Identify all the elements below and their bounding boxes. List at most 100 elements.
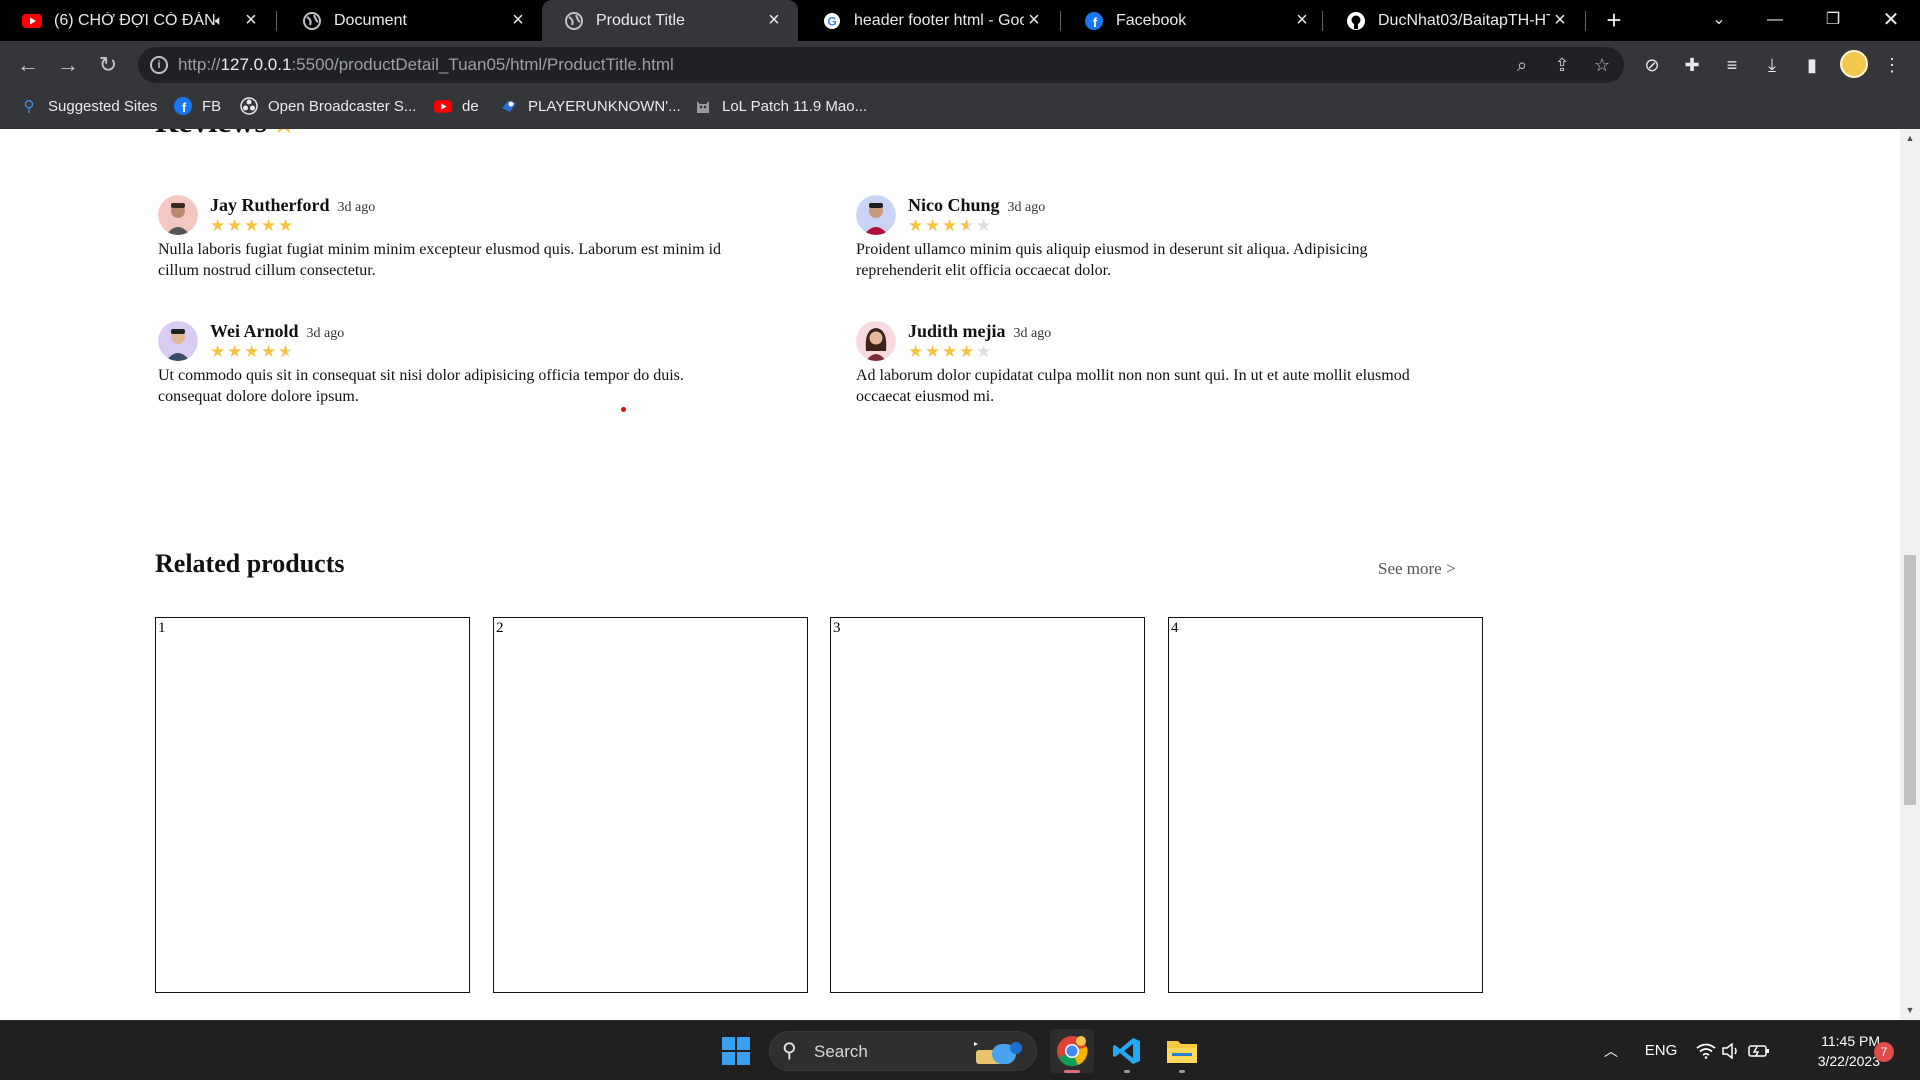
restore-icon[interactable]: ❐: [1808, 0, 1858, 41]
running-indicator: [1124, 1070, 1130, 1073]
globe-icon: [564, 11, 584, 31]
tab-search-icon[interactable]: ⌄: [1694, 0, 1744, 41]
scroll-up-icon[interactable]: ▲: [1900, 133, 1920, 143]
file-explorer-taskbar-icon[interactable]: [1160, 1029, 1204, 1073]
close-tab-icon[interactable]: ×: [1550, 9, 1570, 32]
reviewer-name-text: Nico Chung: [908, 195, 1000, 215]
side-panel-icon[interactable]: ▮: [1800, 53, 1824, 77]
close-tab-icon[interactable]: ×: [1024, 9, 1044, 32]
tab-product-title[interactable]: Product Title ×: [542, 0, 798, 41]
notification-badge[interactable]: 7: [1874, 1042, 1894, 1062]
svg-text:f: f: [1093, 15, 1098, 30]
tab-separator: [1322, 11, 1323, 31]
reviews-heading-text: Reviews: [155, 129, 267, 139]
bookmark-label: Suggested Sites: [48, 97, 158, 115]
avatar: [158, 321, 198, 361]
scroll-down-icon[interactable]: ▼: [1900, 1005, 1920, 1015]
system-clock[interactable]: 11:45 PM 3/22/2023: [1790, 1031, 1880, 1071]
vscode-taskbar-icon[interactable]: [1105, 1029, 1149, 1073]
review-time: 3d ago: [1007, 200, 1046, 215]
tab-facebook[interactable]: f Facebook ×: [1062, 0, 1326, 41]
avatar: [856, 195, 896, 235]
minimize-icon[interactable]: —: [1750, 0, 1800, 41]
product-card[interactable]: 4: [1168, 617, 1483, 993]
bookmark-de[interactable]: de: [434, 89, 479, 123]
active-indicator: [1064, 1070, 1080, 1073]
bookmark-label: PLAYERUNKNOWN'...: [528, 97, 681, 115]
product-card[interactable]: 3: [830, 617, 1145, 993]
star-full-icon: ★: [244, 342, 260, 361]
new-tab-button[interactable]: +: [1600, 7, 1628, 35]
clock-date: 3/22/2023: [1817, 1053, 1880, 1069]
show-hidden-icons-chevron-icon[interactable]: ︿: [1598, 1021, 1624, 1080]
reviewer-name: Wei Arnold 3d ago: [210, 321, 344, 342]
profile-avatar[interactable]: [1840, 50, 1868, 78]
tab-github[interactable]: DucNhat03/BaitapTH-HTCN ×: [1324, 0, 1584, 41]
forward-icon[interactable]: →: [52, 49, 84, 81]
bookmark-label: de: [462, 97, 479, 115]
volume-icon[interactable]: [1720, 1021, 1744, 1080]
battery-icon[interactable]: [1746, 1021, 1772, 1080]
review-time: 3d ago: [306, 326, 345, 341]
windows-start-icon[interactable]: [722, 1037, 750, 1065]
star-full-icon: ★: [925, 216, 941, 235]
bookmark-pubg[interactable]: PLAYERUNKNOWN'...: [500, 89, 681, 123]
avatar: [856, 321, 896, 361]
page-scrollbar[interactable]: ▲ ▼: [1900, 129, 1920, 1020]
chrome-taskbar-icon[interactable]: [1050, 1029, 1094, 1073]
address-bar[interactable]: i http://127.0.0.1:5500/productDetail_Tu…: [138, 47, 1624, 83]
star-full-icon: ★: [261, 216, 277, 235]
see-more-link[interactable]: See more >: [1378, 559, 1456, 579]
muted-speaker-icon[interactable]: 🔈︎: [215, 12, 235, 29]
close-tab-icon[interactable]: ×: [764, 9, 784, 32]
bookmark-obs[interactable]: Open Broadcaster S...: [240, 89, 416, 123]
tab-separator: [1585, 11, 1586, 31]
product-card[interactable]: 2: [493, 617, 808, 993]
wifi-icon[interactable]: [1694, 1021, 1718, 1080]
bookmark-fb[interactable]: f FB: [174, 89, 221, 123]
star-full-icon: ★: [908, 216, 924, 235]
close-tab-icon[interactable]: ×: [241, 9, 261, 32]
site-info-icon[interactable]: i: [150, 56, 168, 74]
reviewer-name: Jay Rutherford 3d ago: [210, 195, 375, 216]
rating-stars: ★ ★ ★ ★ ★: [210, 342, 295, 362]
share-icon[interactable]: ⇪: [1550, 53, 1574, 77]
tab-google[interactable]: G header footer html - Googl ×: [800, 0, 1058, 41]
review-time: 3d ago: [337, 200, 376, 215]
reload-icon[interactable]: ↻: [92, 49, 124, 81]
bookmark-suggested-sites[interactable]: ⚲ Suggested Sites: [20, 89, 158, 123]
tab-document[interactable]: Document ×: [280, 0, 542, 41]
zoom-icon[interactable]: ⌕: [1510, 53, 1534, 77]
compass-extension-icon[interactable]: ⊘: [1640, 53, 1664, 77]
bookmark-star-icon[interactable]: ☆: [1590, 53, 1614, 77]
rating-stars: ★ ★ ★ ★ ★: [908, 216, 993, 236]
close-window-icon[interactable]: ✕: [1866, 0, 1916, 41]
bookmark-lol-patch[interactable]: LoL Patch 11.9 Mao...: [694, 89, 867, 123]
tab-strip: (6) CHỜ ĐỢI CÓ ĐÁNG 🔈︎ × Document × Prod…: [0, 0, 1920, 41]
related-products-heading: Related products: [155, 549, 345, 578]
language-indicator[interactable]: ENG: [1638, 1021, 1684, 1080]
search-highlight-art: [974, 1042, 1022, 1064]
taskbar-search[interactable]: ⚲ Search: [769, 1031, 1037, 1071]
tab-title: DucNhat03/BaitapTH-HTCN: [1378, 11, 1550, 29]
star-icon: ★: [273, 129, 295, 138]
extensions-puzzle-icon[interactable]: ✚: [1680, 53, 1704, 77]
svg-text:f: f: [182, 100, 187, 115]
rating-stars: ★ ★ ★ ★ ★: [210, 217, 295, 235]
scrollbar-thumb[interactable]: [1904, 555, 1916, 805]
close-tab-icon[interactable]: ×: [1292, 9, 1312, 32]
search-icon: ⚲: [23, 98, 35, 115]
menu-kebab-icon[interactable]: ⋮: [1880, 53, 1904, 77]
close-tab-icon[interactable]: ×: [508, 9, 528, 32]
media-queue-icon[interactable]: ≡: [1720, 53, 1744, 77]
youtube-icon: [22, 11, 42, 31]
back-icon[interactable]: ←: [12, 49, 44, 81]
tab-youtube[interactable]: (6) CHỜ ĐỢI CÓ ĐÁNG 🔈︎ ×: [0, 0, 275, 41]
download-icon[interactable]: ⤓: [1760, 53, 1784, 77]
product-card[interactable]: 1: [155, 617, 470, 993]
url-text[interactable]: http://127.0.0.1:5500/productDetail_Tuan…: [178, 55, 674, 75]
github-icon: [1346, 11, 1366, 31]
tab-title: Document: [334, 11, 407, 29]
google-icon: G: [822, 11, 842, 31]
reviewer-name-text: Judith mejia: [908, 321, 1006, 341]
